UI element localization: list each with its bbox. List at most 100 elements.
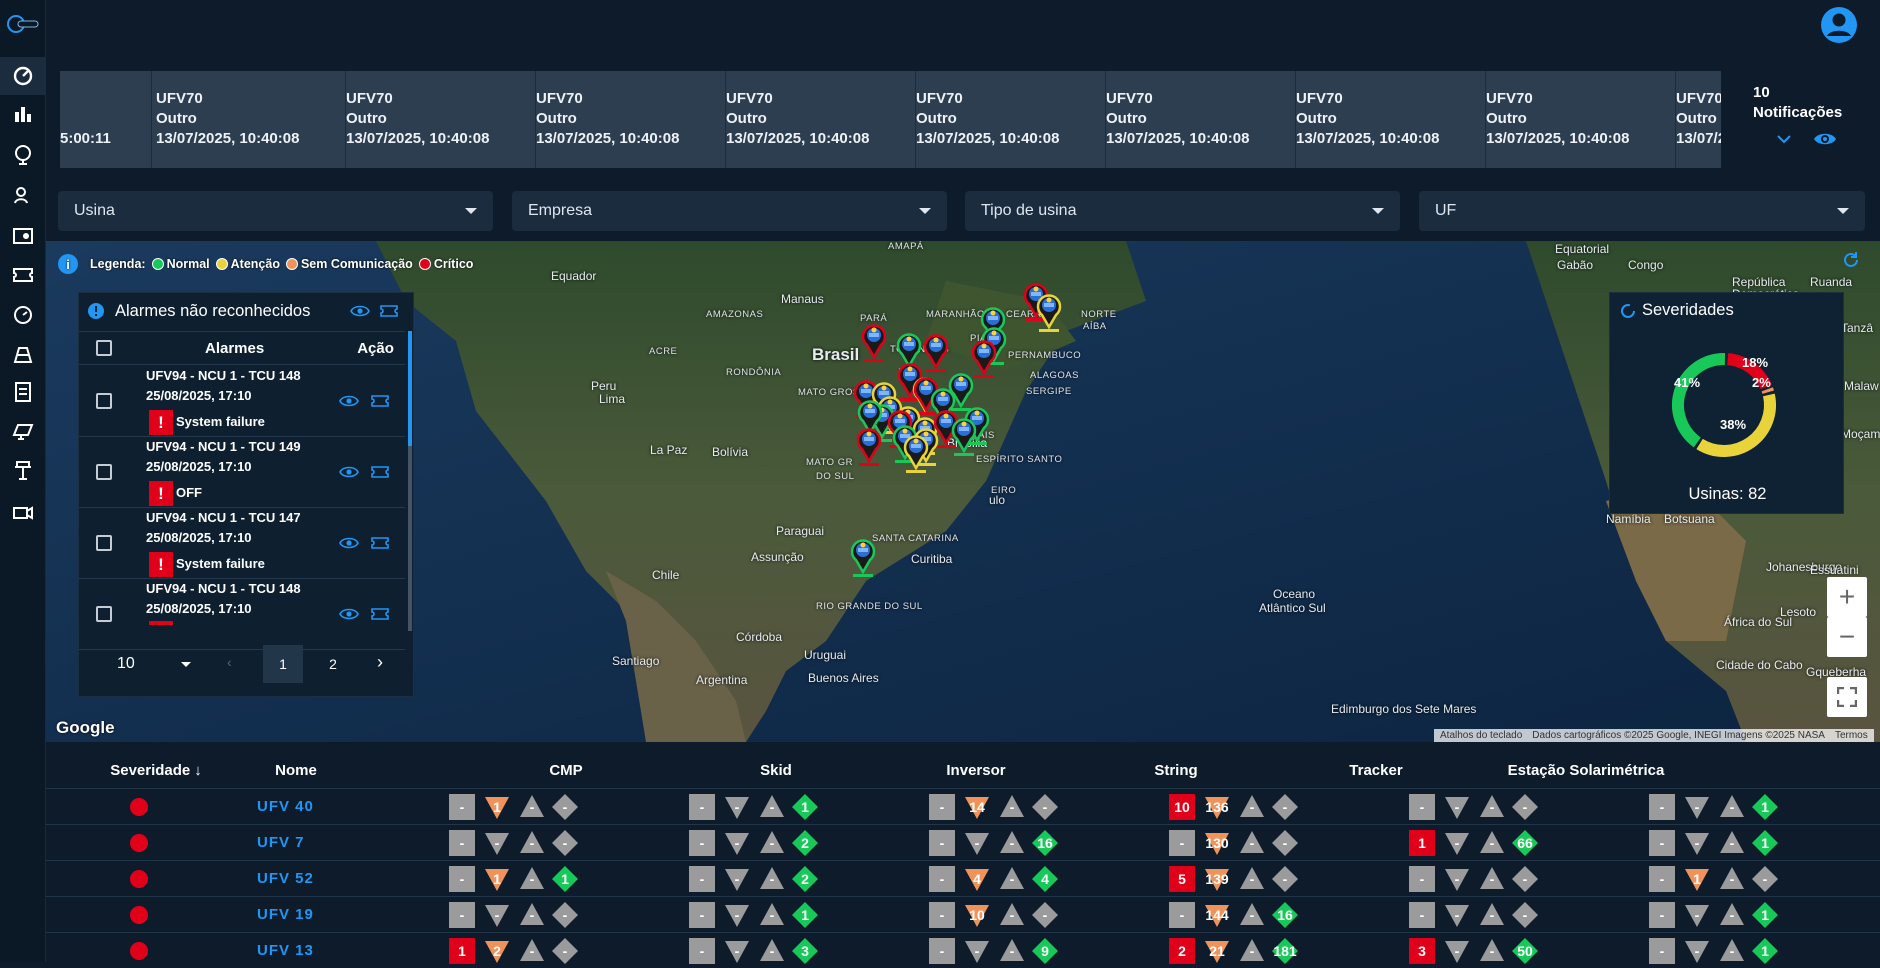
fullscreen-button[interactable] <box>1827 677 1867 717</box>
critico-badge[interactable]: - <box>689 902 715 928</box>
ticket-icon[interactable] <box>371 465 389 479</box>
atencao-badge[interactable]: - <box>1239 866 1265 892</box>
sidebar-item-gauge[interactable] <box>0 296 46 334</box>
filter-uf[interactable]: UF <box>1419 191 1865 231</box>
normal-badge[interactable]: - <box>1272 830 1298 856</box>
normal-badge[interactable]: 4 <box>1032 866 1058 892</box>
critico-badge[interactable]: - <box>449 866 475 892</box>
plant-name-link[interactable]: UFV 7 <box>257 834 305 851</box>
info-icon[interactable]: i <box>58 254 78 274</box>
atencao-badge[interactable]: - <box>1479 938 1505 964</box>
atencao-badge[interactable]: - <box>759 794 785 820</box>
normal-badge[interactable]: 16 <box>1032 830 1058 856</box>
ticket-icon[interactable] <box>371 607 389 621</box>
eye-icon[interactable] <box>339 465 359 479</box>
sem-comunicacao-badge[interactable]: 130 <box>1204 830 1230 856</box>
normal-badge[interactable]: - <box>1512 794 1538 820</box>
critico-badge[interactable]: - <box>689 866 715 892</box>
ticker-card[interactable]: UFV70 Outro 13/07/2025, 10:40:08 <box>536 71 726 168</box>
critico-badge[interactable]: - <box>929 830 955 856</box>
normal-badge[interactable]: - <box>552 938 578 964</box>
critico-badge[interactable]: 3 <box>1409 938 1435 964</box>
normal-badge[interactable]: 181 <box>1272 938 1298 964</box>
sem-comunicacao-badge[interactable]: - <box>724 830 750 856</box>
critico-badge[interactable]: - <box>1649 830 1675 856</box>
ticker-card[interactable]: UFV70 Outro 13/07/2025, 10:40:08 <box>726 71 916 168</box>
ticker-card[interactable]: UFV70 Outro 13/07/2025, 10:40:08 <box>1486 71 1676 168</box>
sem-comunicacao-badge[interactable]: - <box>964 938 990 964</box>
atencao-badge[interactable]: - <box>1479 902 1505 928</box>
notification-ticker[interactable]: 5:00:11 UFV70 Outro 13/07/2025, 10:40:08 UFV… <box>60 71 1721 168</box>
page-size-select[interactable]: 10 <box>109 648 199 680</box>
atencao-badge[interactable]: - <box>759 938 785 964</box>
alarms-scrollbar[interactable] <box>408 331 412 631</box>
sidebar-item-solar-plant[interactable] <box>0 335 46 373</box>
atencao-badge[interactable]: - <box>759 902 785 928</box>
ticker-card[interactable]: UFV70 Outro 13/07/2025, 10:40:08 <box>1106 71 1296 168</box>
normal-badge[interactable]: - <box>1272 866 1298 892</box>
critico-badge[interactable]: - <box>689 794 715 820</box>
sidebar-item-camera[interactable] <box>0 494 46 532</box>
sem-comunicacao-badge[interactable]: - <box>964 830 990 856</box>
sem-comunicacao-badge[interactable]: - <box>1684 794 1710 820</box>
atencao-badge[interactable]: - <box>999 794 1025 820</box>
plant-marker[interactable] <box>923 334 949 372</box>
next-page-icon[interactable]: › <box>377 652 383 673</box>
table-row[interactable]: UFV 13 1 2- - - - -3- - -9 2 21-181 3- -50- - -1 <box>46 932 1880 968</box>
normal-badge[interactable]: - <box>1512 866 1538 892</box>
critico-badge[interactable]: 1 <box>1409 830 1435 856</box>
alarm-row[interactable]: UFV94 - NCU 1 - TCU 148 25/08/2025, 17:10… <box>79 366 405 437</box>
filter-usina[interactable]: Usina <box>58 191 493 231</box>
atencao-badge[interactable]: - <box>999 902 1025 928</box>
alarm-row[interactable]: UFV94 - NCU 1 - TCU 147 25/08/2025, 17:10… <box>79 508 405 579</box>
alarm-checkbox[interactable] <box>96 606 112 622</box>
sem-comunicacao-badge[interactable]: 4 <box>964 866 990 892</box>
critico-badge[interactable]: - <box>689 830 715 856</box>
normal-badge[interactable]: - <box>1032 902 1058 928</box>
atencao-badge[interactable]: - <box>1719 830 1745 856</box>
normal-badge[interactable]: - <box>552 794 578 820</box>
critico-badge[interactable]: - <box>929 902 955 928</box>
atencao-badge[interactable]: - <box>1239 938 1265 964</box>
sem-comunicacao-badge[interactable]: - <box>1444 866 1470 892</box>
atencao-badge[interactable]: - <box>759 830 785 856</box>
normal-badge[interactable]: - <box>1752 866 1778 892</box>
critico-badge[interactable]: 2 <box>1169 938 1195 964</box>
plant-marker[interactable] <box>971 340 997 378</box>
select-all-checkbox[interactable] <box>96 340 112 356</box>
normal-badge[interactable]: 3 <box>792 938 818 964</box>
normal-badge[interactable]: 2 <box>792 830 818 856</box>
table-row[interactable]: UFV 19- - - - - - -1-10- - -144-16- - - - - - -1 <box>46 896 1880 932</box>
critico-badge[interactable]: - <box>1409 794 1435 820</box>
normal-badge[interactable]: 50 <box>1512 938 1538 964</box>
normal-badge[interactable]: - <box>1032 794 1058 820</box>
plant-marker[interactable] <box>903 435 929 473</box>
atencao-badge[interactable]: - <box>999 866 1025 892</box>
sidebar-item-dashboard[interactable] <box>0 57 46 95</box>
refresh-icon[interactable] <box>1841 250 1861 270</box>
prev-page-icon[interactable]: ‹ <box>227 654 232 670</box>
eye-icon[interactable] <box>339 607 359 621</box>
sem-comunicacao-badge[interactable]: - <box>484 830 510 856</box>
filter-empresa[interactable]: Empresa <box>512 191 947 231</box>
normal-badge[interactable]: 66 <box>1512 830 1538 856</box>
sem-comunicacao-badge[interactable]: - <box>724 866 750 892</box>
critico-badge[interactable]: - <box>1649 866 1675 892</box>
atencao-badge[interactable]: - <box>1719 866 1745 892</box>
sem-comunicacao-badge[interactable]: - <box>1444 902 1470 928</box>
page-2-button[interactable]: 2 <box>313 645 353 683</box>
sem-comunicacao-badge[interactable]: 1 <box>484 866 510 892</box>
atencao-badge[interactable]: - <box>519 830 545 856</box>
critico-badge[interactable]: - <box>1409 902 1435 928</box>
normal-badge[interactable]: - <box>552 902 578 928</box>
sem-comunicacao-badge[interactable]: - <box>724 938 750 964</box>
critico-badge[interactable]: - <box>1409 866 1435 892</box>
sem-comunicacao-badge[interactable]: - <box>724 902 750 928</box>
eye-icon[interactable] <box>339 536 359 550</box>
zoom-in-button[interactable]: + <box>1827 577 1867 617</box>
sem-comunicacao-badge[interactable]: 10 <box>964 902 990 928</box>
plant-name-link[interactable]: UFV 52 <box>257 870 314 887</box>
normal-badge[interactable]: 1 <box>1752 902 1778 928</box>
ticker-card[interactable]: UFV70 Outro 13/07/2025, 10:40:08 <box>916 71 1106 168</box>
plant-name-link[interactable]: UFV 13 <box>257 942 314 959</box>
